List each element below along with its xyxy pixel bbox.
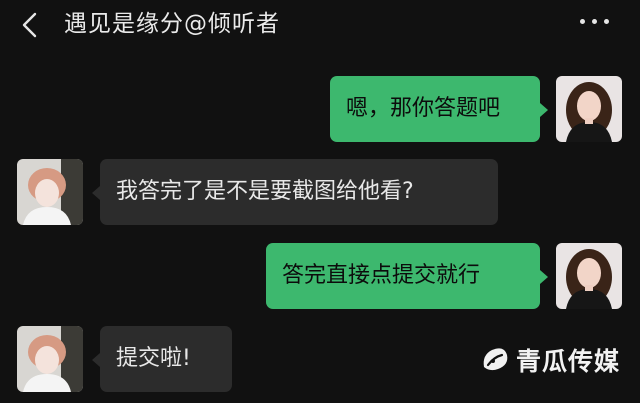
- watermark-text: 青瓜传媒: [516, 347, 621, 376]
- avatar-other[interactable]: [17, 326, 83, 392]
- chat-header: 遇见是缘分@倾听者: [0, 0, 640, 50]
- message-row-incoming: 我答完了是不是要截图给他看?: [0, 159, 640, 225]
- avatar-other[interactable]: [17, 159, 83, 225]
- chat-title: 遇见是缘分@倾听者: [64, 11, 280, 37]
- qinggua-logo-icon: [483, 348, 508, 371]
- message-bubble[interactable]: 提交啦!: [100, 326, 232, 392]
- message-bubble[interactable]: 答完直接点提交就行: [266, 243, 540, 309]
- chevron-left-icon[interactable]: [20, 12, 40, 38]
- message-row-outgoing: 答完直接点提交就行: [0, 243, 640, 309]
- more-horizontal-icon[interactable]: [578, 17, 612, 27]
- bubble-tail: [92, 353, 100, 367]
- message-bubble[interactable]: 嗯，那你答题吧: [330, 76, 540, 142]
- bubble-tail: [92, 186, 100, 200]
- bubble-tail: [540, 270, 548, 284]
- avatar-self[interactable]: [556, 243, 622, 309]
- message-bubble[interactable]: 我答完了是不是要截图给他看?: [100, 159, 498, 225]
- watermark: 青瓜传媒: [480, 340, 620, 380]
- message-row-outgoing: 嗯，那你答题吧: [0, 76, 640, 142]
- avatar-self[interactable]: [556, 76, 622, 142]
- bubble-tail: [540, 103, 548, 117]
